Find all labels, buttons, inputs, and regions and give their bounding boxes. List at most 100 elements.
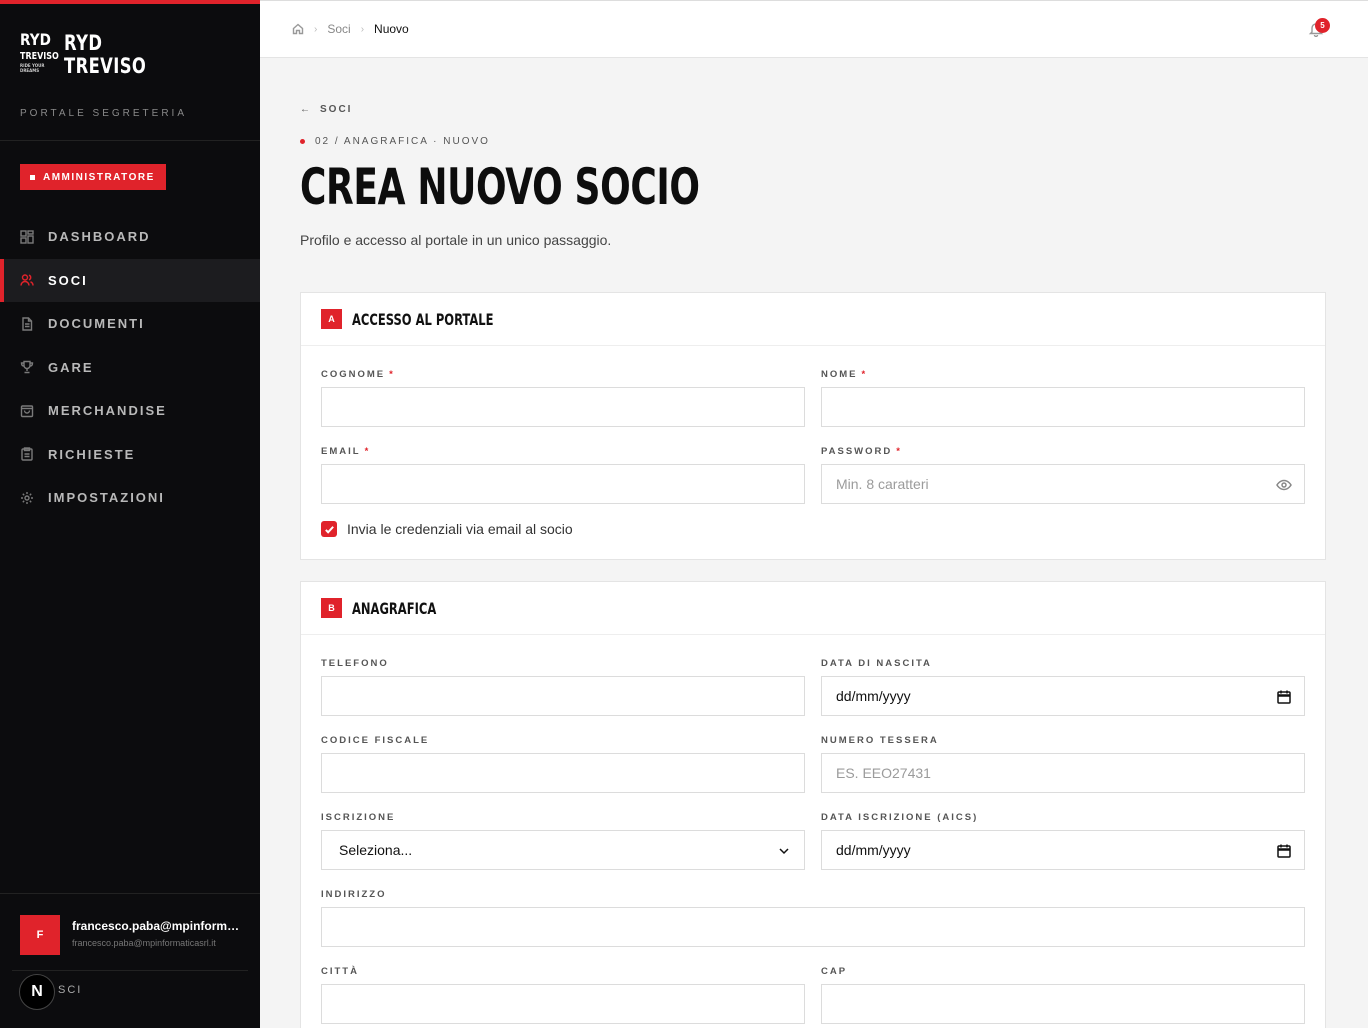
section-letter-badge: B [321, 598, 342, 618]
logout-button[interactable]: SCI [58, 984, 82, 996]
telefono-field[interactable] [321, 676, 805, 716]
required-mark: * [861, 369, 868, 380]
sidebar-item-label: IMPOSTAZIONI [48, 490, 165, 506]
sidebar-item-merchandise[interactable]: MERCHANDISE [0, 389, 260, 433]
email-field[interactable] [321, 464, 805, 504]
send-credentials-option[interactable]: Invia le credenziali via email al socio [321, 521, 573, 537]
breadcrumb: › Soci › Nuovo [292, 22, 409, 36]
sidebar-item-label: DASHBOARD [48, 229, 151, 245]
data-nascita-label: DATA DI NASCITA [821, 658, 932, 669]
logo-mark-tagline: RIDE YOUR DREAMS [20, 63, 45, 73]
email-label: EMAIL * [321, 446, 370, 457]
sidebar-nav: DASHBOARD SOCI DOCUMENTI GARE MERCHANDIS… [0, 215, 260, 520]
clipboard-icon [21, 447, 33, 461]
sidebar-item-label: GARE [48, 359, 94, 375]
page-subtitle: Profilo e accesso al portale in un unico… [300, 232, 612, 248]
numero-tessera-field[interactable]: ES. EEO27431 [821, 753, 1305, 793]
nome-label-text: NOME [821, 369, 858, 380]
users-icon [20, 274, 34, 286]
check-icon [324, 525, 334, 534]
indirizzo-field[interactable] [321, 907, 1305, 947]
data-nascita-value: dd/mm/yyyy [836, 688, 911, 704]
section-title: ANAGRAFICA [352, 598, 437, 618]
breadcrumb-item-soci[interactable]: Soci [327, 22, 350, 36]
logo-mark-line2: TREVISO [20, 51, 59, 62]
calendar-icon[interactable] [1276, 843, 1292, 859]
section-header: A ACCESSO AL PORTALE [301, 293, 1325, 346]
send-credentials-checkbox[interactable] [321, 521, 337, 537]
calendar-icon[interactable] [1276, 689, 1292, 705]
back-link[interactable]: ← SOCI [300, 104, 352, 115]
role-badge-label: AMMINISTRATORE [43, 171, 155, 183]
data-iscrizione-field[interactable]: dd/mm/yyyy [821, 830, 1305, 870]
user-email: francesco.paba@mpinformaticasrl.it [72, 938, 216, 948]
kicker-text: 02 / ANAGRAFICA · NUOVO [315, 136, 490, 147]
citta-field[interactable] [321, 984, 805, 1024]
password-placeholder: Min. 8 caratteri [836, 476, 929, 492]
cognome-label-text: COGNOME [321, 369, 386, 380]
brand-name: RYD TREVISO [64, 32, 146, 78]
send-credentials-label: Invia le credenziali via email al socio [347, 521, 573, 537]
section-anagrafica: B ANAGRAFICA TELEFONO DATA DI NASCITA dd… [300, 581, 1326, 1028]
home-icon[interactable] [292, 23, 304, 35]
data-iscrizione-value: dd/mm/yyyy [836, 842, 911, 858]
grid-icon [20, 230, 34, 244]
section-letter-badge: A [321, 309, 342, 329]
avatar[interactable]: F [20, 915, 60, 955]
breadcrumb-separator-icon: › [360, 23, 365, 35]
brand-name-line2: TREVISO [64, 54, 147, 78]
breadcrumb-separator-icon: › [314, 23, 318, 35]
portal-subtitle: PORTALE SEGRETERIA [20, 108, 187, 119]
required-mark: * [364, 446, 371, 457]
password-label: PASSWORD * [821, 446, 902, 457]
codice-fiscale-field[interactable] [321, 753, 805, 793]
notification-count-badge: 5 [1315, 18, 1330, 33]
codice-fiscale-label: CODICE FISCALE [321, 735, 430, 746]
back-link-label: SOCI [320, 104, 353, 115]
sidebar-item-label: SOCI [48, 272, 88, 288]
indirizzo-label: INDIRIZZO [321, 889, 387, 900]
sidebar-item-soci[interactable]: SOCI [0, 258, 260, 302]
cognome-field[interactable] [321, 387, 805, 427]
section-accesso-portale: A ACCESSO AL PORTALE COGNOME * NOME * EMAI… [300, 292, 1326, 560]
user-name: francesco.paba@mpinformaticasrl.it [72, 919, 244, 933]
role-badge: AMMINISTRATORE [20, 164, 166, 190]
iscrizione-select[interactable]: Seleziona... [321, 830, 805, 870]
email-label-text: EMAIL [321, 446, 361, 457]
page-kicker: 02 / ANAGRAFICA · NUOVO [300, 136, 490, 147]
brand-name-line1: RYD [64, 31, 103, 55]
brand-logo[interactable]: RYD TREVISO RIDE YOUR DREAMS RYD TREVISO [20, 32, 169, 78]
citta-label: CITTÀ [321, 966, 359, 977]
kicker-dot-icon [300, 139, 305, 144]
sidebar-item-gare[interactable]: GARE [0, 346, 260, 390]
sidebar-divider [0, 140, 260, 141]
nome-label: NOME * [821, 369, 867, 380]
telefono-label: TELEFONO [321, 658, 389, 669]
topbar: › Soci › Nuovo 5 [260, 0, 1368, 58]
required-mark: * [389, 369, 395, 380]
required-mark: * [896, 446, 902, 457]
breadcrumb-item-current: Nuovo [374, 22, 409, 36]
section-header: B ANAGRAFICA [301, 582, 1325, 635]
iscrizione-selected-value: Seleziona... [339, 842, 413, 858]
document-icon [22, 317, 33, 331]
sidebar-item-documenti[interactable]: DOCUMENTI [0, 302, 260, 346]
chevron-down-icon [776, 843, 792, 859]
sidebar-item-impostazioni[interactable]: IMPOSTAZIONI [0, 476, 260, 520]
arrow-left-icon: ← [300, 104, 312, 115]
eye-icon[interactable] [1276, 477, 1292, 493]
framework-badge[interactable]: N [19, 974, 55, 1010]
numero-tessera-placeholder: ES. EEO27431 [836, 765, 931, 781]
sidebar-item-dashboard[interactable]: DASHBOARD [0, 215, 260, 259]
cap-field[interactable] [821, 984, 1305, 1024]
page-title: CREA NUOVO SOCIO [300, 158, 700, 216]
cognome-label: COGNOME * [321, 369, 395, 380]
numero-tessera-label: NUMERO TESSERA [821, 735, 939, 746]
nome-field[interactable] [821, 387, 1305, 427]
sidebar-item-label: DOCUMENTI [48, 316, 145, 332]
password-field[interactable]: Min. 8 caratteri [821, 464, 1305, 504]
data-nascita-field[interactable]: dd/mm/yyyy [821, 676, 1305, 716]
sidebar-item-label: RICHIESTE [48, 446, 136, 462]
sidebar-item-richieste[interactable]: RICHIESTE [0, 433, 260, 477]
sidebar: RYD TREVISO RIDE YOUR DREAMS RYD TREVISO… [0, 0, 260, 1028]
